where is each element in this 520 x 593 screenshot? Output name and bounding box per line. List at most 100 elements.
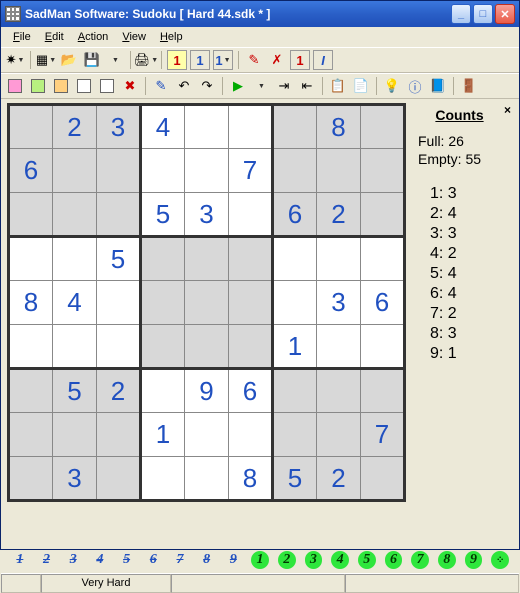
cell-r8-c7[interactable]: 2: [317, 457, 361, 501]
italic-icon[interactable]: I: [313, 50, 333, 70]
cell-r4-c8[interactable]: 6: [361, 281, 405, 325]
cell-r2-c4[interactable]: 3: [185, 193, 229, 237]
cell-r3-c7[interactable]: [317, 237, 361, 281]
cell-r7-c4[interactable]: [185, 413, 229, 457]
menu-action[interactable]: Action: [72, 29, 115, 45]
cell-r7-c8[interactable]: 7: [361, 413, 405, 457]
cell-r4-c0[interactable]: 8: [9, 281, 53, 325]
clear-colors-icon[interactable]: ✖: [120, 76, 140, 96]
play-icon[interactable]: ▶: [228, 76, 248, 96]
candidate-on-3[interactable]: 3: [305, 551, 323, 569]
cell-r0-c2[interactable]: 3: [97, 105, 141, 149]
play-dropdown-icon[interactable]: ▼: [251, 76, 271, 96]
numpad-2-icon[interactable]: 1: [190, 50, 210, 70]
cell-r4-c3[interactable]: [141, 281, 185, 325]
cell-r2-c5[interactable]: [229, 193, 273, 237]
cell-r1-c6[interactable]: [273, 149, 317, 193]
cell-r0-c4[interactable]: [185, 105, 229, 149]
candidate-on-1[interactable]: 1: [251, 551, 269, 569]
color-5[interactable]: [97, 76, 117, 96]
cell-r5-c0[interactable]: [9, 325, 53, 369]
cell-r2-c3[interactable]: 5: [141, 193, 185, 237]
numpad-1-icon[interactable]: 1: [167, 50, 187, 70]
cell-r5-c7[interactable]: [317, 325, 361, 369]
candidate-on-5[interactable]: 5: [358, 551, 376, 569]
color-4[interactable]: [74, 76, 94, 96]
cell-r8-c2[interactable]: [97, 457, 141, 501]
cell-r1-c4[interactable]: [185, 149, 229, 193]
pencil-icon[interactable]: ✎: [151, 76, 171, 96]
cell-r0-c0[interactable]: [9, 105, 53, 149]
candidate-off-4[interactable]: 4: [91, 551, 109, 569]
cell-r0-c5[interactable]: [229, 105, 273, 149]
cell-r3-c1[interactable]: [53, 237, 97, 281]
info-icon[interactable]: ⓘ: [405, 76, 425, 96]
cell-r3-c3[interactable]: [141, 237, 185, 281]
cell-r0-c7[interactable]: 8: [317, 105, 361, 149]
cell-r4-c5[interactable]: [229, 281, 273, 325]
candidate-on-7[interactable]: 7: [411, 551, 429, 569]
cell-r2-c0[interactable]: [9, 193, 53, 237]
menu-edit[interactable]: Edit: [39, 29, 70, 45]
cell-r7-c6[interactable]: [273, 413, 317, 457]
candidate-off-8[interactable]: 8: [198, 551, 216, 569]
color-1[interactable]: [5, 76, 25, 96]
cell-r6-c5[interactable]: 6: [229, 369, 273, 413]
cell-r7-c2[interactable]: [97, 413, 141, 457]
menu-help[interactable]: Help: [154, 29, 189, 45]
cell-r3-c2[interactable]: 5: [97, 237, 141, 281]
cell-r4-c6[interactable]: [273, 281, 317, 325]
cell-r1-c3[interactable]: [141, 149, 185, 193]
cell-r3-c0[interactable]: [9, 237, 53, 281]
cell-r8-c6[interactable]: 5: [273, 457, 317, 501]
cell-r8-c3[interactable]: [141, 457, 185, 501]
minimize-button[interactable]: _: [451, 4, 471, 24]
candidate-off-5[interactable]: 5: [118, 551, 136, 569]
cell-r8-c1[interactable]: 3: [53, 457, 97, 501]
open-icon[interactable]: 📂: [59, 50, 79, 70]
cell-r1-c5[interactable]: 7: [229, 149, 273, 193]
maximize-button[interactable]: □: [473, 4, 493, 24]
undo-icon[interactable]: ↶: [174, 76, 194, 96]
cell-r7-c3[interactable]: 1: [141, 413, 185, 457]
cell-r3-c6[interactable]: [273, 237, 317, 281]
candidate-off-3[interactable]: 3: [64, 551, 82, 569]
menu-file[interactable]: File: [7, 29, 37, 45]
cell-r4-c4[interactable]: [185, 281, 229, 325]
cell-r6-c6[interactable]: [273, 369, 317, 413]
paste-icon[interactable]: 📄: [351, 76, 371, 96]
cell-r5-c2[interactable]: [97, 325, 141, 369]
print-icon[interactable]: 🖨▼: [136, 50, 156, 70]
sudoku-grid[interactable]: 23486753625843615296173852: [7, 103, 406, 502]
color-2[interactable]: [28, 76, 48, 96]
cell-r8-c8[interactable]: [361, 457, 405, 501]
candidate-off-6[interactable]: 6: [144, 551, 162, 569]
cell-r7-c5[interactable]: [229, 413, 273, 457]
cell-r2-c7[interactable]: 2: [317, 193, 361, 237]
numpad-3-icon[interactable]: 1▼: [213, 50, 233, 70]
cell-r3-c5[interactable]: [229, 237, 273, 281]
cell-r4-c1[interactable]: 4: [53, 281, 97, 325]
cell-r8-c0[interactable]: [9, 457, 53, 501]
copy-icon[interactable]: 📋: [328, 76, 348, 96]
candidate-on-2[interactable]: 2: [278, 551, 296, 569]
cell-r1-c2[interactable]: [97, 149, 141, 193]
candidate-on-9[interactable]: 9: [465, 551, 483, 569]
cell-r8-c5[interactable]: 8: [229, 457, 273, 501]
close-button[interactable]: ✕: [495, 4, 515, 24]
cell-r4-c7[interactable]: 3: [317, 281, 361, 325]
menu-view[interactable]: View: [116, 29, 152, 45]
candidate-off-7[interactable]: 7: [171, 551, 189, 569]
cell-r1-c0[interactable]: 6: [9, 149, 53, 193]
hint-icon[interactable]: 💡: [382, 76, 402, 96]
candidate-on-4[interactable]: 4: [331, 551, 349, 569]
dice-icon[interactable]: ⁘: [491, 551, 509, 569]
book-icon[interactable]: 📘: [428, 76, 448, 96]
cell-r7-c1[interactable]: [53, 413, 97, 457]
cell-r5-c3[interactable]: [141, 325, 185, 369]
mark-a-icon[interactable]: ✎: [244, 50, 264, 70]
cell-r1-c8[interactable]: [361, 149, 405, 193]
cell-r4-c2[interactable]: [97, 281, 141, 325]
cell-r6-c2[interactable]: 2: [97, 369, 141, 413]
candidate-off-1[interactable]: 1: [11, 551, 29, 569]
